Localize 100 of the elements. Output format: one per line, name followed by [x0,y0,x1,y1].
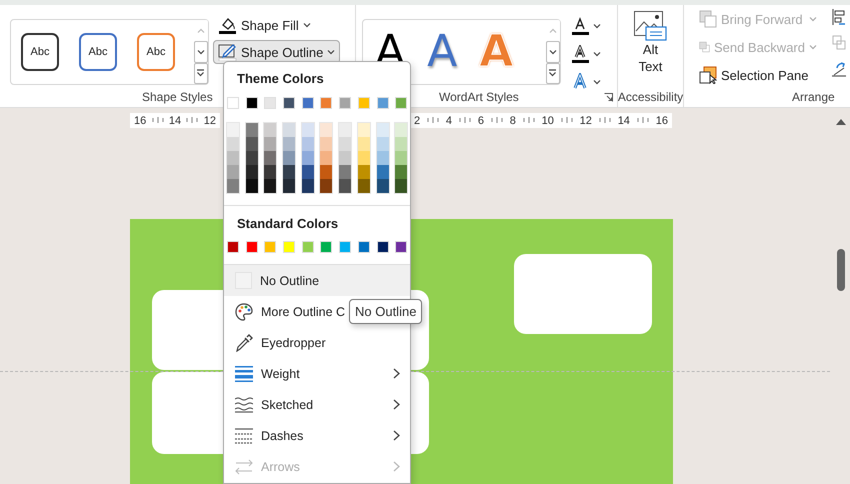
color-swatch[interactable] [283,165,296,179]
color-swatch[interactable] [376,241,388,253]
menu-item[interactable]: No Outline [224,265,410,296]
color-swatch[interactable] [246,165,258,179]
color-swatch[interactable] [264,165,276,179]
color-swatch[interactable] [227,179,239,193]
selection-pane-button[interactable]: Selection Pane [694,63,822,87]
color-swatch[interactable] [339,97,352,109]
shape-style-preset[interactable]: Abc [21,33,59,71]
menu-item[interactable]: Eyedropper [224,327,410,358]
color-swatch[interactable] [395,123,408,137]
shape-style-preset[interactable]: Abc [79,33,117,71]
color-swatch[interactable] [302,165,314,179]
ruler-number: 14 [618,114,630,126]
wordart-preset[interactable]: A [427,30,458,74]
shape-style-preset[interactable]: Abc [137,33,175,71]
color-swatch[interactable] [376,137,388,151]
ruler-number: 10 [542,114,554,126]
eyedropper-icon [235,334,253,352]
gallery-more-button[interactable] [546,62,560,84]
color-swatch[interactable] [302,123,314,137]
color-swatch[interactable] [358,151,370,165]
color-swatch[interactable] [264,97,276,109]
menu-item[interactable]: Weight [224,358,410,389]
color-swatch[interactable] [376,165,388,179]
gallery-scroll-down-button[interactable] [546,41,560,63]
color-swatch[interactable] [246,123,258,137]
color-swatch[interactable] [358,179,370,193]
color-swatch[interactable] [320,151,332,165]
color-swatch[interactable] [339,179,352,193]
group-icon [832,35,846,51]
color-swatch[interactable] [246,241,258,253]
gallery-scroll-down-button[interactable] [194,41,208,63]
color-swatch[interactable] [227,165,239,179]
color-swatch[interactable] [339,165,352,179]
color-swatch[interactable] [246,97,258,109]
color-swatch[interactable] [376,151,388,165]
color-swatch[interactable] [264,123,276,137]
color-swatch[interactable] [339,123,352,137]
color-swatch[interactable] [264,241,276,253]
color-swatch[interactable] [302,179,314,193]
color-swatch[interactable] [283,151,296,165]
color-swatch[interactable] [320,179,332,193]
color-swatch[interactable] [283,241,296,253]
image-caption-icon [634,11,667,41]
wavy-lines-icon [235,396,253,414]
color-swatch[interactable] [358,241,370,253]
shape-fill-button[interactable]: Shape Fill [213,13,340,37]
color-swatch[interactable] [283,123,296,137]
color-swatch[interactable] [227,241,239,253]
color-swatch[interactable] [227,97,239,109]
alt-text-button[interactable]: Alt Text [620,11,681,75]
gallery-more-button[interactable] [194,62,208,84]
color-swatch[interactable] [395,241,408,253]
color-swatch[interactable] [320,123,332,137]
color-swatch[interactable] [227,151,239,165]
color-swatch[interactable] [376,179,388,193]
color-swatch[interactable] [227,123,239,137]
ruler-number: 12 [580,114,592,126]
color-swatch[interactable] [395,151,408,165]
color-swatch[interactable] [320,137,332,151]
menu-item[interactable]: Sketched [224,389,410,420]
color-swatch[interactable] [339,137,352,151]
color-swatch[interactable] [395,97,408,109]
color-swatch[interactable] [358,137,370,151]
group-label: Shape Styles [142,90,213,104]
dashed-lines-icon [235,426,253,444]
color-swatch[interactable] [227,137,239,151]
color-swatch[interactable] [358,97,370,109]
color-swatch[interactable] [320,97,332,109]
color-swatch[interactable] [302,241,314,253]
menu-item[interactable]: Dashes [224,420,410,451]
color-swatch[interactable] [246,179,258,193]
color-swatch[interactable] [264,151,276,165]
color-swatch[interactable] [246,137,258,151]
align-icon [832,9,846,25]
tick-marks-drawing [186,117,198,123]
color-swatch[interactable] [358,165,370,179]
color-swatch[interactable] [339,241,352,253]
color-swatch[interactable] [302,137,314,151]
color-swatch[interactable] [376,97,388,109]
color-swatch[interactable] [395,137,408,151]
color-swatch[interactable] [395,165,408,179]
color-swatch[interactable] [246,151,258,165]
color-swatch[interactable] [376,123,388,137]
color-swatch[interactable] [302,97,314,109]
color-swatch[interactable] [339,151,352,165]
color-swatch[interactable] [302,151,314,165]
color-swatch[interactable] [264,137,276,151]
color-swatch[interactable] [283,137,296,151]
color-swatch[interactable] [283,97,296,109]
group-label: WordArt Styles [439,90,519,104]
color-swatch[interactable] [358,123,370,137]
color-swatch[interactable] [320,241,332,253]
color-swatch[interactable] [264,179,276,193]
color-swatch[interactable] [395,179,408,193]
chevron-up-icon [196,28,205,34]
color-swatch[interactable] [283,179,296,193]
color-swatch[interactable] [320,165,332,179]
dialog-launcher-icon[interactable] [604,93,613,102]
